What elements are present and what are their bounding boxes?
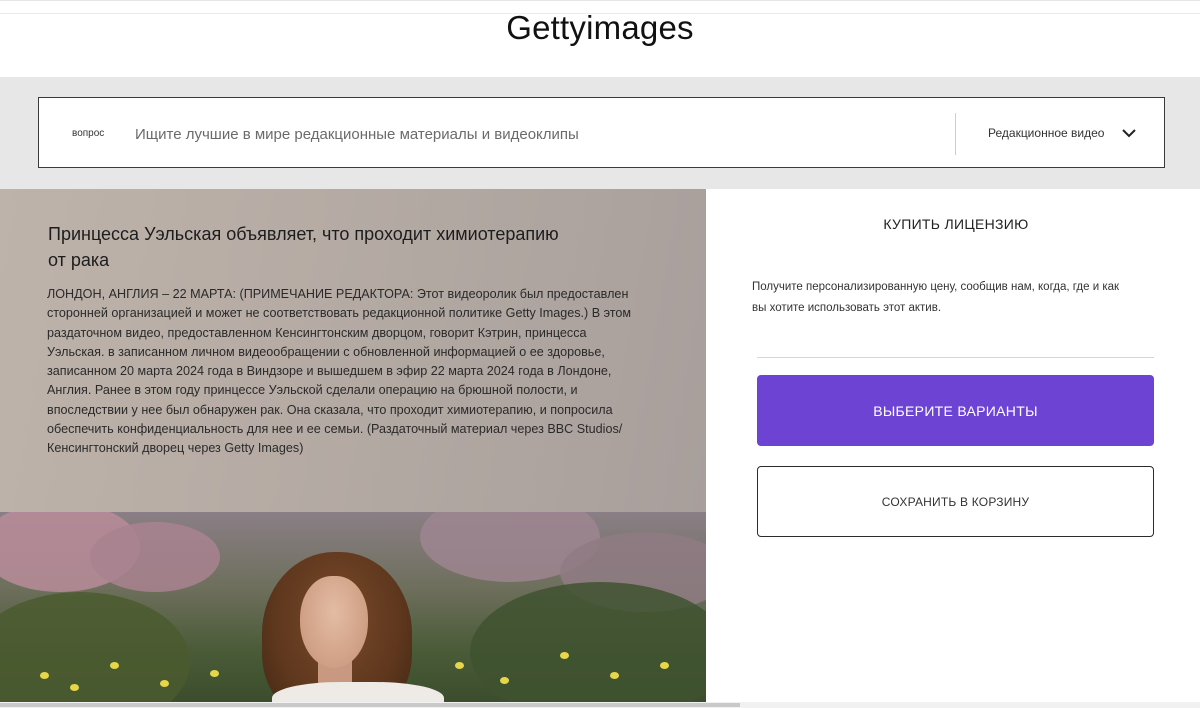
daffodil bbox=[610, 672, 619, 679]
daffodil bbox=[660, 662, 669, 669]
daffodil bbox=[500, 677, 509, 684]
license-title: КУПИТЬ ЛИЦЕНЗИЮ bbox=[883, 216, 1029, 232]
video-caption-panel: Принцесса Уэльская объявляет, что проход… bbox=[0, 189, 706, 512]
page: Gettyimages вопрос Редакционное видео Пр… bbox=[0, 0, 1200, 708]
daffodil bbox=[560, 652, 569, 659]
daffodil bbox=[160, 680, 169, 687]
video-preview[interactable] bbox=[0, 512, 706, 702]
select-options-button[interactable]: ВЫБЕРИТЕ ВАРИАНТЫ bbox=[757, 375, 1154, 446]
daffodil bbox=[210, 670, 219, 677]
search-type-label: Редакционное видео bbox=[988, 126, 1105, 140]
shrub bbox=[470, 582, 706, 702]
search-bar: вопрос Редакционное видео bbox=[38, 97, 1165, 168]
license-panel: КУПИТЬ ЛИЦЕНЗИЮ Получите персонализирова… bbox=[706, 189, 1200, 704]
daffodil bbox=[110, 662, 119, 669]
site-header: Gettyimages bbox=[0, 0, 1200, 78]
scrollbar-thumb[interactable] bbox=[0, 703, 740, 707]
search-type-dropdown[interactable]: Редакционное видео bbox=[988, 118, 1138, 148]
search-prefix-label: вопрос bbox=[72, 128, 105, 139]
search-divider bbox=[955, 113, 956, 155]
blossom-tree bbox=[90, 522, 220, 592]
license-divider bbox=[757, 357, 1154, 358]
save-to-cart-button[interactable]: СОХРАНИТЬ В КОРЗИНУ bbox=[757, 466, 1154, 537]
video-caption: ЛОНДОН, АНГЛИЯ – 22 МАРТА: (ПРИМЕЧАНИЕ Р… bbox=[47, 287, 632, 456]
person-shirt bbox=[272, 682, 444, 702]
search-band: вопрос Редакционное видео bbox=[0, 77, 1200, 189]
horizontal-scrollbar[interactable] bbox=[0, 702, 1200, 708]
daffodil bbox=[70, 684, 79, 691]
gettyimages-logo[interactable]: Gettyimages bbox=[0, 9, 1200, 47]
person-face bbox=[300, 576, 368, 668]
daffodil bbox=[40, 672, 49, 679]
search-input[interactable] bbox=[133, 116, 937, 152]
daffodil bbox=[455, 662, 464, 669]
chevron-down-icon bbox=[1122, 129, 1137, 138]
license-description: Получите персонализированную цену, сообщ… bbox=[752, 281, 1120, 314]
video-title: Принцесса Уэльская объявляет, что проход… bbox=[48, 224, 559, 270]
